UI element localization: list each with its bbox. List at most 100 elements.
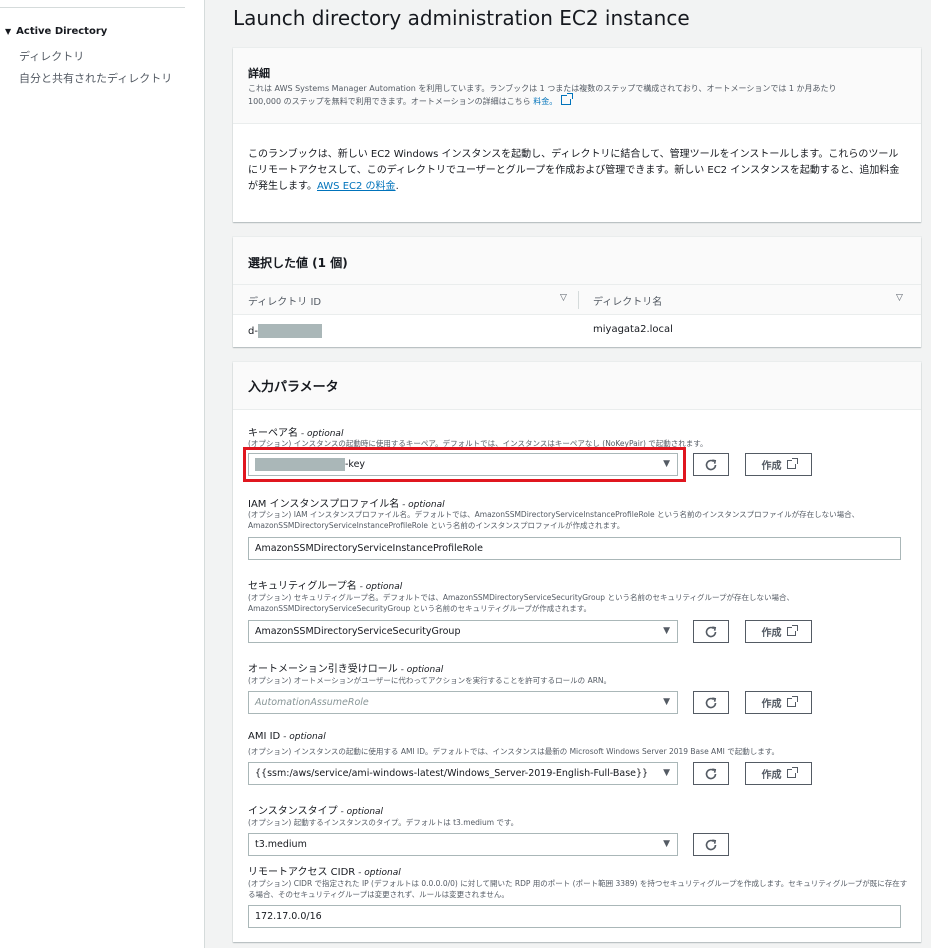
column-divider xyxy=(578,291,579,309)
sg-label: セキュリティグループ名 - optional xyxy=(248,577,402,592)
sidebar-section-active-directory[interactable]: ▼ Active Directory xyxy=(5,26,107,37)
cidr-label: リモートアクセス CIDR - optional xyxy=(248,863,401,878)
ami-create-button[interactable]: 作成 xyxy=(745,762,812,785)
directory-name-cell: miyagata2.local xyxy=(593,324,673,335)
cidr-input[interactable]: 172.17.0.0/16 xyxy=(248,905,901,928)
role-create-button[interactable]: 作成 xyxy=(745,691,812,714)
role-label: オートメーション引き受けロール - optional xyxy=(248,660,443,675)
optional-tag: - optional xyxy=(280,732,326,742)
details-panel: 詳細 これは AWS Systems Manager Automation を利… xyxy=(233,48,921,222)
instance-type-description: (オプション) 起動するインスタンスのタイプ。デフォルトは t3.medium … xyxy=(248,818,519,827)
refresh-icon xyxy=(705,458,717,470)
assume-role-select[interactable]: AutomationAssumeRole ▼ xyxy=(248,691,678,714)
sort-icon[interactable]: ▽ xyxy=(560,293,567,303)
redacted-block xyxy=(257,324,322,338)
sg-refresh-button[interactable] xyxy=(693,620,729,643)
instance-type-value: t3.medium xyxy=(255,839,307,850)
caret-down-icon: ▼ xyxy=(663,768,670,778)
ami-id-select[interactable]: {{ssm:/aws/service/ami-windows-latest/Wi… xyxy=(248,762,678,785)
optional-tag: - optional xyxy=(355,868,401,878)
main-content: Launch directory administration EC2 inst… xyxy=(205,0,931,948)
refresh-icon xyxy=(705,625,717,637)
keypair-description: (オプション) インスタンスの起動時に使用するキーペア。デフォルトでは、インスタ… xyxy=(248,439,708,448)
selected-values-title: 選択した値 (1 個) xyxy=(248,256,348,270)
divider xyxy=(0,7,185,8)
security-group-select[interactable]: AmazonSSMDirectoryServiceSecurityGroup ▼ xyxy=(248,620,678,643)
create-label: 作成 xyxy=(761,699,782,710)
sg-label-text: セキュリティグループ名 xyxy=(248,581,357,592)
role-description: (オプション) オートメーションがユーザーに代わってアクションを実行することを許… xyxy=(248,676,612,685)
sidebar-section-label: Active Directory xyxy=(16,26,108,37)
page-title: Launch directory administration EC2 inst… xyxy=(233,6,690,30)
refresh-icon xyxy=(705,838,717,850)
selected-values-panel: 選択した値 (1 個) ディレクトリ ID ▽ ディレクトリ名 ▽ d- miy… xyxy=(233,237,921,347)
caret-down-icon: ▼ xyxy=(663,697,670,707)
keypair-select[interactable]: -key ▼ xyxy=(248,453,678,476)
caret-down-icon: ▼ xyxy=(663,459,670,469)
ami-label: AMI ID - optional xyxy=(248,731,326,742)
external-link-icon xyxy=(786,625,798,636)
sidebar-item-directories[interactable]: ディレクトリ xyxy=(19,48,84,64)
input-parameters-header: 入力パラメータ xyxy=(233,362,921,410)
keypair-create-button[interactable]: 作成 xyxy=(745,453,812,476)
input-parameters-panel: 入力パラメータ キーペア名 - optional (オプション) インスタンスの… xyxy=(233,362,921,942)
sidebar-item-shared-directories[interactable]: 自分と共有されたディレクトリ xyxy=(19,70,172,86)
details-desc-line2-text: 100,000 のステップを無料で利用できます。オートメーションの詳細はこちら xyxy=(248,97,531,106)
external-link-icon xyxy=(786,458,798,469)
refresh-icon xyxy=(705,767,717,779)
cidr-description: (オプション) CIDR で指定された IP (デフォルトは 0.0.0.0/0… xyxy=(248,879,908,899)
sidebar: ▼ Active Directory ディレクトリ 自分と共有されたディレクトリ xyxy=(0,0,205,948)
details-description: これは AWS Systems Manager Automation を利用して… xyxy=(248,83,908,108)
external-link-icon xyxy=(786,696,798,707)
instance-type-label-text: インスタンスタイプ xyxy=(248,806,338,817)
assume-role-placeholder: AutomationAssumeRole xyxy=(255,697,369,708)
column-header-directory-name[interactable]: ディレクトリ名 xyxy=(593,293,662,308)
pricing-link[interactable]: 料金。 xyxy=(533,97,557,106)
details-heading: 詳細 xyxy=(248,67,270,80)
role-label-text: オートメーション引き受けロール xyxy=(248,664,398,675)
caret-down-icon: ▼ xyxy=(663,626,670,636)
optional-tag: - optional xyxy=(337,807,384,817)
create-label: 作成 xyxy=(761,770,782,781)
security-group-value: AmazonSSMDirectoryServiceSecurityGroup xyxy=(255,626,461,637)
input-parameters-title: 入力パラメータ xyxy=(248,380,339,395)
external-link-icon[interactable] xyxy=(561,93,574,105)
optional-tag: - optional xyxy=(397,665,444,675)
instance-type-refresh-button[interactable] xyxy=(693,833,729,856)
caret-down-icon: ▼ xyxy=(5,27,12,36)
role-refresh-button[interactable] xyxy=(693,691,729,714)
external-link-icon xyxy=(786,767,798,778)
iam-label: IAM インスタンスプロファイル名 - optional xyxy=(248,495,445,510)
instance-type-label: インスタンスタイプ - optional xyxy=(248,802,383,817)
instance-type-select[interactable]: t3.medium ▼ xyxy=(248,833,678,856)
ami-description: (オプション) インスタンスの起動に使用する AMI ID。デフォルトでは、イン… xyxy=(248,747,780,756)
keypair-value-suffix: -key xyxy=(345,459,366,470)
details-desc-line2: 100,000 のステップを無料で利用できます。オートメーションの詳細はこちら … xyxy=(248,93,908,108)
optional-tag: - optional xyxy=(356,582,403,592)
ami-label-text: AMI ID xyxy=(248,731,281,742)
ec2-pricing-link[interactable]: AWS EC2 の料金 xyxy=(317,181,396,192)
sg-description: (オプション) セキュリティグループ名。デフォルトでは、AmazonSSMDir… xyxy=(248,593,795,613)
details-header: 詳細 これは AWS Systems Manager Automation を利… xyxy=(233,48,921,124)
keypair-label: キーペア名 - optional xyxy=(248,424,343,439)
table-header: ディレクトリ ID ▽ ディレクトリ名 ▽ xyxy=(233,285,921,315)
directory-id-cell: d- xyxy=(248,324,322,338)
period: . xyxy=(395,181,399,192)
create-label: 作成 xyxy=(761,628,782,639)
runbook-description: このランブックは、新しい EC2 Windows インスタンスを起動し、ディレク… xyxy=(248,147,908,195)
details-desc-line1: これは AWS Systems Manager Automation を利用して… xyxy=(248,84,837,93)
keypair-refresh-button[interactable] xyxy=(693,453,729,476)
redacted-block xyxy=(255,458,345,471)
iam-profile-input[interactable]: AmazonSSMDirectoryServiceInstanceProfile… xyxy=(248,537,901,560)
sg-create-button[interactable]: 作成 xyxy=(745,620,812,643)
iam-description: (オプション) IAM インスタンスプロファイル名。デフォルトでは、Amazon… xyxy=(248,510,860,530)
cidr-label-text: リモートアクセス CIDR xyxy=(248,867,356,878)
ami-refresh-button[interactable] xyxy=(693,762,729,785)
selected-values-header: 選択した値 (1 個) xyxy=(233,237,921,285)
sort-icon[interactable]: ▽ xyxy=(896,293,903,303)
refresh-icon xyxy=(705,696,717,708)
directory-id-prefix: d- xyxy=(248,326,258,337)
ami-id-value: {{ssm:/aws/service/ami-windows-latest/Wi… xyxy=(255,768,649,779)
caret-down-icon: ▼ xyxy=(663,839,670,849)
column-header-directory-id[interactable]: ディレクトリ ID xyxy=(248,293,321,308)
